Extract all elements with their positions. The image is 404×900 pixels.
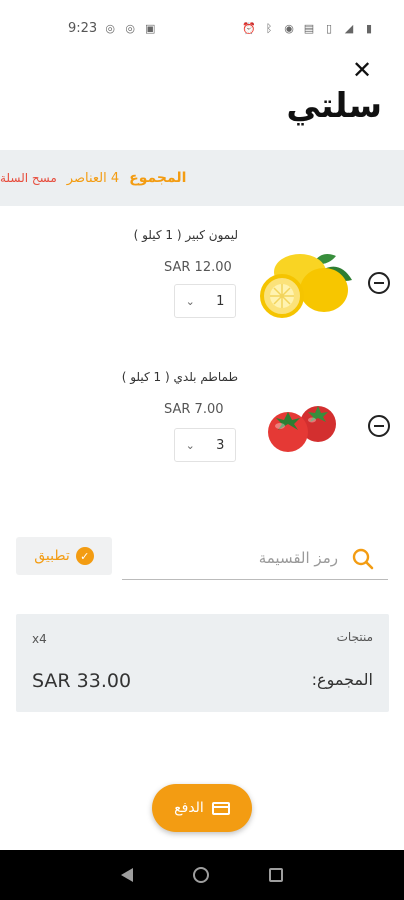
total-label: المجموع: — [311, 670, 373, 689]
item-name: طماطم بلدي ( 1 كيلو ) — [121, 370, 238, 384]
coupon-section: ✓ تطبيق — [0, 530, 404, 586]
status-bar: 9:23 ◎ ◎ ▣ ⏰ ᛒ ◉ ▤ ▯ ◢ ▮ — [0, 0, 404, 56]
verified-icon: ✓ — [75, 547, 94, 565]
hotspot-icon: ◉ — [284, 21, 294, 35]
whatsapp-icon: ◎ — [105, 21, 115, 35]
apply-label: تطبيق — [34, 548, 70, 564]
minus-icon — [374, 282, 384, 284]
summary-total-label: المجموع — [129, 170, 187, 186]
apply-coupon-button[interactable]: ✓ تطبيق — [16, 537, 112, 575]
clear-cart-link[interactable]: مسح السلة — [0, 171, 57, 185]
back-icon[interactable] — [121, 868, 133, 882]
remove-item-button[interactable] — [368, 272, 390, 294]
status-right: ⏰ ᛒ ◉ ▤ ▯ ◢ ▮ — [242, 21, 376, 35]
nfc-icon: ▤ — [303, 21, 315, 35]
cart-summary-bar: المجموع 4 العناصر مسح السلة — [0, 150, 404, 206]
page-title: سلتي — [286, 86, 382, 126]
minus-icon — [374, 425, 384, 427]
alarm-icon: ⏰ — [242, 21, 256, 35]
summary-items-count: 4 العناصر — [66, 170, 120, 186]
system-nav-bar — [0, 850, 404, 900]
tomato-image — [268, 406, 336, 452]
signal-icon: ◢ — [344, 21, 354, 35]
order-totals-panel: منتجات x4 المجموع: SAR 33.00 — [16, 614, 389, 712]
status-time: 9:23 — [68, 20, 98, 36]
checkout-label: الدفع — [174, 800, 204, 816]
bluetooth-icon: ᛒ — [265, 21, 273, 35]
cart-item: طماطم بلدي ( 1 كيلو ) SAR 7.00 ⌄ 3 — [0, 352, 404, 482]
checkout-button[interactable]: الدفع — [152, 784, 252, 832]
vibrate-icon: ▯ — [325, 21, 333, 35]
products-label: منتجات — [336, 630, 373, 644]
cart-item: ليمون كبير ( 1 كيلو ) SAR 12.00 ⌄ 1 — [0, 210, 404, 340]
remove-item-button[interactable] — [368, 415, 390, 437]
quantity-select[interactable]: ⌄ 3 — [174, 428, 236, 462]
search-icon — [352, 548, 374, 570]
close-icon[interactable]: ✕ — [350, 58, 374, 82]
credit-card-icon — [211, 801, 230, 815]
chevron-down-icon: ⌄ — [185, 438, 195, 452]
lemon-image — [260, 254, 352, 318]
gallery-icon: ▣ — [145, 21, 156, 35]
item-name: ليمون كبير ( 1 كيلو ) — [133, 228, 238, 242]
item-price: SAR 12.00 — [164, 260, 232, 275]
total-value: SAR 33.00 — [32, 670, 132, 692]
quantity-value: 1 — [216, 293, 225, 309]
status-left: 9:23 ◎ ◎ ▣ — [68, 21, 157, 36]
recent-apps-icon[interactable] — [269, 868, 283, 882]
chevron-down-icon: ⌄ — [185, 294, 195, 308]
battery-icon: ▮ — [365, 21, 373, 35]
quantity-select[interactable]: ⌄ 1 — [174, 284, 236, 318]
products-count: x4 — [32, 632, 47, 646]
coupon-input[interactable] — [122, 536, 388, 580]
home-icon[interactable] — [193, 867, 209, 883]
whatsapp-icon: ◎ — [125, 21, 135, 35]
item-price: SAR 7.00 — [164, 402, 224, 417]
quantity-value: 3 — [216, 437, 225, 453]
